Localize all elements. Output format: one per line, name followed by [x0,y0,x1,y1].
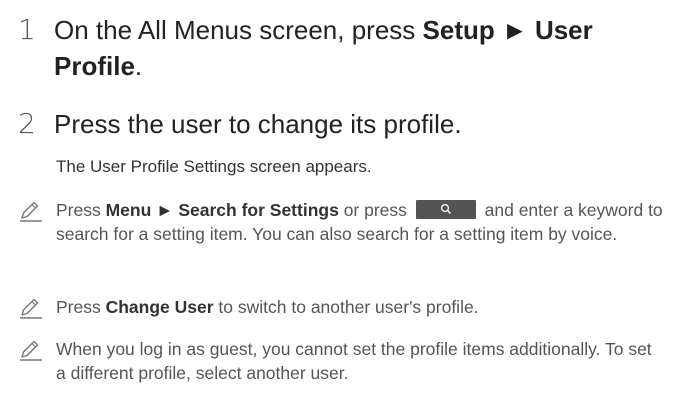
step-number: 2 [18,107,36,140]
note-text-part: Press [56,200,106,220]
step-text-part: . [134,51,143,81]
search-button [415,200,476,219]
arrow: ► [151,200,179,220]
menu-search-for-settings: Search for Settings [178,200,339,220]
step-text-part: On the All Menus screen, press [54,15,423,45]
pencil-icon [20,201,42,222]
step-result: The User Profile Settings screen appears… [56,157,372,176]
step-text: On the All Menus screen, press Setup ► U… [54,12,654,84]
pencil-icon [20,298,42,319]
search-icon [440,203,451,214]
step-2: 2 Press the user to change its profile. [18,106,654,142]
menu-change-user: Change User [105,297,214,317]
note-text-part: or press [338,200,412,220]
step-text: Press the user to change its profile. [54,109,462,139]
menu-menu: Menu [105,200,152,220]
note-text: Press Menu ► Search for Settings or pres… [56,198,666,246]
pencil-icon [20,340,42,361]
note: Press Menu ► Search for Settings or pres… [18,198,668,246]
menu-setup: Setup [422,15,495,45]
arrow: ► [494,15,535,45]
note-text: When you log in as guest, you cannot set… [56,339,652,383]
step-number: 1 [18,13,36,46]
note-text-part: to switch to another user's profile. [213,297,479,317]
note-text-part: Press [56,297,106,317]
step-1: 1 On the All Menus screen, press Setup ►… [18,12,654,84]
note: When you log in as guest, you cannot set… [18,337,668,385]
note-text: Press Change User to switch to another u… [56,295,666,319]
note: Press Change User to switch to another u… [18,295,668,320]
